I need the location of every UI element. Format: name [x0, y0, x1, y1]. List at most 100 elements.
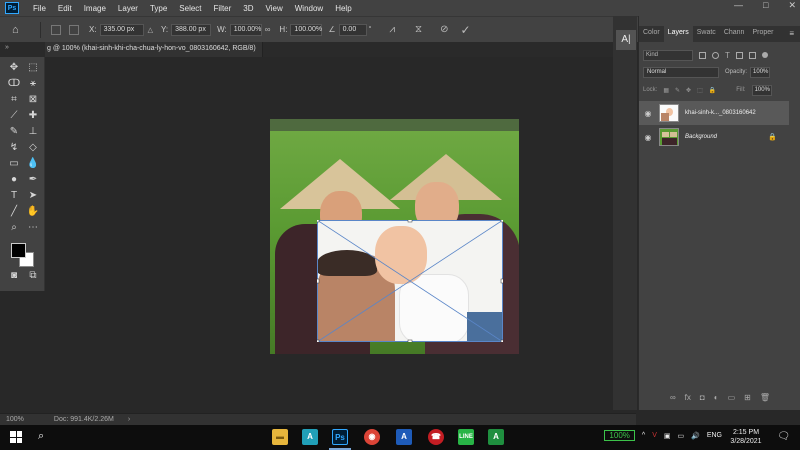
lock-image-icon[interactable]: ✎ — [675, 87, 680, 94]
eyedropper-tool-icon[interactable]: ⟋ — [7, 109, 21, 123]
blur-tool-icon[interactable]: 💧 — [26, 157, 40, 171]
lock-transparent-icon[interactable]: ▦ — [663, 87, 669, 94]
app-a2-icon[interactable]: A — [396, 429, 412, 445]
brush-tool-icon[interactable]: ✎ — [7, 125, 21, 139]
path-selection-tool-icon[interactable]: ➤ — [26, 189, 40, 203]
menu-filter[interactable]: Filter — [208, 4, 238, 13]
zoom-level[interactable]: 100% — [6, 416, 24, 423]
warp-icon[interactable]: ⧖ — [415, 24, 422, 35]
width-field[interactable]: 100.00% — [229, 23, 262, 36]
blend-mode-dropdown[interactable]: Normal — [643, 66, 719, 78]
new-layer-icon[interactable]: ⊞ — [744, 393, 751, 407]
magic-wand-tool-icon[interactable]: ⚹ — [26, 77, 40, 91]
delete-layer-icon[interactable]: 🗑 — [760, 393, 770, 407]
app-a-icon[interactable]: A — [302, 429, 318, 445]
panel-menu-icon[interactable]: ≡ — [789, 29, 794, 38]
dodge-tool-icon[interactable]: ● — [7, 173, 21, 187]
type-filter-icon[interactable]: T — [725, 51, 730, 60]
lasso-tool-icon[interactable]: ↀ — [7, 77, 21, 91]
layer-lock-icon[interactable]: 🔒 — [768, 133, 777, 141]
clock[interactable]: 2:15 PM 3/28/2021 — [726, 428, 766, 446]
link-icon[interactable]: ∞ — [265, 25, 271, 34]
notification-icon[interactable]: 🗨 — [777, 431, 790, 442]
menu-file[interactable]: File — [27, 4, 52, 13]
eraser-tool-icon[interactable]: ◇ — [26, 141, 40, 155]
layer-name[interactable]: Background — [685, 134, 717, 140]
menu-view[interactable]: View — [260, 4, 289, 13]
minimize-button[interactable]: — — [734, 0, 743, 11]
battery-icon[interactable]: ▭ — [677, 432, 684, 440]
language-indicator[interactable]: ENG — [707, 432, 722, 439]
chrome-icon[interactable]: ◉ — [364, 429, 380, 445]
history-brush-tool-icon[interactable]: ↯ — [7, 141, 21, 155]
angle-field[interactable]: 0.00 — [338, 23, 367, 36]
close-button[interactable]: ✕ — [788, 0, 796, 11]
windows-start-icon[interactable] — [10, 431, 22, 443]
filter-toggle-icon[interactable] — [761, 52, 768, 58]
link-layers-icon[interactable]: ∞ — [670, 393, 676, 407]
shape-filter-icon[interactable] — [735, 51, 743, 59]
photoshop-taskbar-icon[interactable]: Ps — [332, 429, 348, 445]
maximize-button[interactable]: □ — [763, 0, 768, 11]
add-mask-icon[interactable]: ◘ — [700, 393, 705, 407]
tab-color[interactable]: Color — [639, 26, 664, 42]
type-tool-icon[interactable]: T — [7, 189, 21, 203]
tab-properties[interactable]: Proper — [748, 26, 777, 42]
reference-point-checkbox[interactable] — [51, 24, 61, 35]
document-tab[interactable]: g @ 100% (khai-sinh-khi-cha-chua-ly-hon-… — [45, 42, 263, 57]
quick-mask-icon[interactable]: ◙ — [7, 269, 21, 283]
healing-brush-tool-icon[interactable]: ✚ — [26, 109, 40, 123]
filter-kind-dropdown[interactable]: Kind — [643, 49, 693, 61]
layer-style-icon[interactable]: fx — [685, 393, 691, 407]
cancel-transform-icon[interactable]: ⊘ — [440, 24, 448, 35]
interpolation-icon[interactable]: ⩘ — [389, 24, 395, 35]
height-field[interactable]: 100.00% — [290, 23, 323, 36]
collapse-arrows-icon[interactable]: » — [5, 44, 9, 51]
visibility-eye-icon[interactable]: ◉ — [639, 109, 657, 118]
lock-all-icon[interactable]: 🔒 — [709, 87, 716, 94]
character-panel-icon[interactable]: A| — [616, 30, 636, 50]
layer-row[interactable]: ◉ khai-sinh-k..._0803160642 — [639, 101, 789, 125]
menu-type[interactable]: Type — [144, 4, 173, 13]
layer-name[interactable]: khai-sinh-k..._0803160642 — [685, 110, 756, 116]
marquee-tool-icon[interactable]: ⬚ — [26, 61, 40, 75]
pixel-filter-icon[interactable] — [699, 51, 706, 59]
frame-tool-icon[interactable]: ⊠ — [26, 93, 40, 107]
line-app-icon[interactable]: LINE — [458, 429, 474, 445]
tray-app2-icon[interactable]: ▣ — [664, 432, 671, 440]
gradient-tool-icon[interactable]: ▭ — [7, 157, 21, 171]
screen-mode-icon[interactable]: ⧉ — [26, 269, 40, 283]
x-position-field[interactable]: 335.00 px — [99, 23, 144, 36]
visibility-eye-icon[interactable]: ◉ — [639, 133, 657, 142]
status-arrow-icon[interactable]: › — [128, 416, 130, 423]
adjustment-layer-icon[interactable]: ◐ — [714, 393, 719, 407]
volume-icon[interactable]: 🔊 — [691, 432, 700, 440]
lock-position-icon[interactable]: ✥ — [686, 87, 691, 94]
tray-arrow-icon[interactable]: ^ — [642, 432, 645, 439]
new-group-icon[interactable]: ▭ — [728, 393, 736, 407]
app-red-icon[interactable]: ☎ — [428, 429, 444, 445]
pen-tool-icon[interactable]: ✒ — [26, 173, 40, 187]
tab-channels[interactable]: Chann — [720, 26, 749, 42]
menu-3d[interactable]: 3D — [237, 4, 259, 13]
fill-field[interactable]: 100% — [751, 84, 772, 96]
tab-swatches[interactable]: Swatc — [693, 26, 720, 42]
tray-app-icon[interactable]: V — [652, 432, 657, 439]
battery-indicator[interactable]: 100% — [604, 430, 635, 441]
opacity-field[interactable]: 100% — [750, 66, 771, 78]
crop-tool-icon[interactable]: ⌗ — [7, 93, 21, 107]
app-green-icon[interactable]: A — [488, 429, 504, 445]
menu-edit[interactable]: Edit — [52, 4, 78, 13]
reference-point-grid-icon[interactable] — [69, 24, 79, 35]
layer-row[interactable]: ◉ Background 🔒 — [639, 125, 789, 149]
menu-image[interactable]: Image — [78, 4, 112, 13]
home-icon[interactable]: ⌂ — [12, 24, 28, 36]
lock-artboard-icon[interactable]: ⬚ — [697, 87, 703, 94]
y-position-field[interactable]: 388.00 px — [171, 23, 212, 36]
transform-bounding-box[interactable] — [317, 220, 503, 342]
commit-transform-icon[interactable]: ✓ — [460, 23, 470, 37]
more-tools-icon[interactable]: ⋯ — [26, 221, 40, 235]
smart-object-filter-icon[interactable] — [748, 51, 756, 59]
menu-help[interactable]: Help — [329, 4, 357, 13]
triangle-icon[interactable]: △ — [148, 26, 153, 34]
